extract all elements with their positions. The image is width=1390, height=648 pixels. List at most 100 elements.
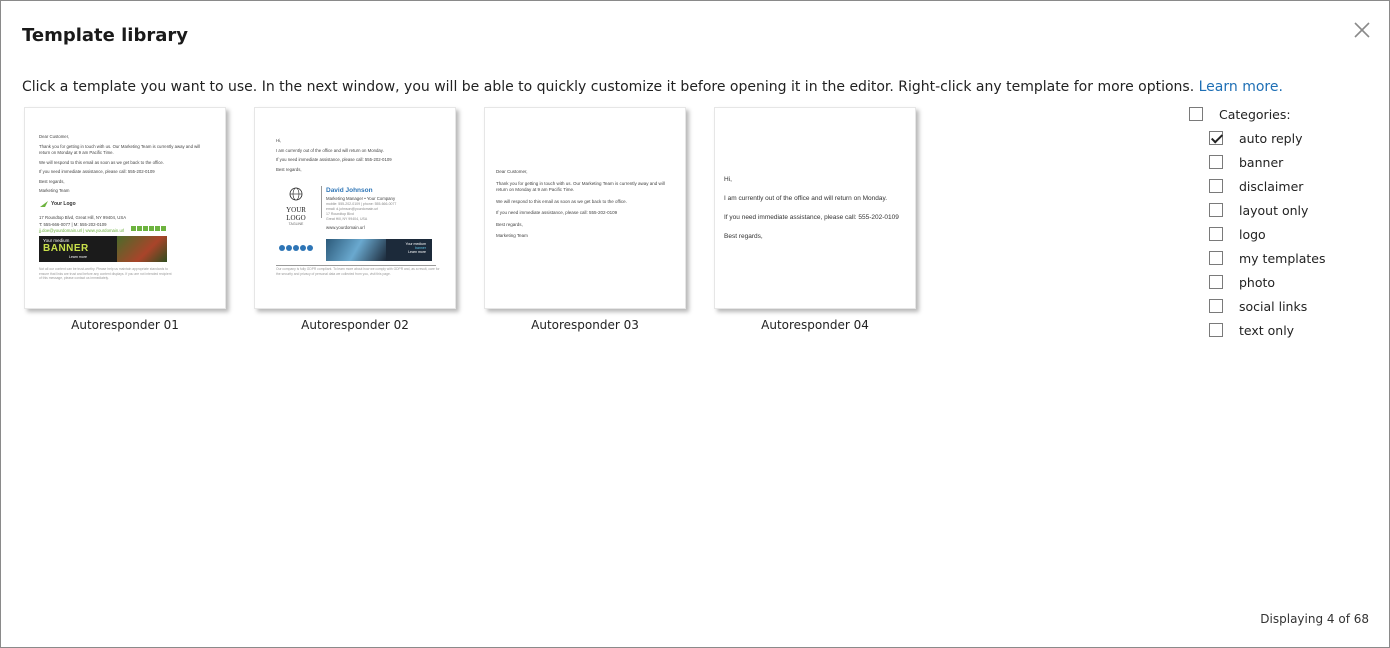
preview-disclaimer: Not all our content can be trust-worthy.… [39,267,172,280]
signature-name: David Johnson [326,187,373,194]
category-label: logo [1239,226,1266,242]
learn-more-link[interactable]: Learn more. [1199,79,1283,95]
checkbox[interactable] [1209,155,1223,169]
preview-team: Marketing Team [496,233,528,238]
banner-text-block: Your medium banner Learn more [406,242,427,254]
preview-text: Dear Customer, Thank you for getting in … [39,134,211,198]
social-icons [131,226,166,231]
category-all-checkbox[interactable]: Categories: [1189,105,1291,123]
preview-body: If you need immediate assistance, please… [496,210,618,215]
preview-body: We will respond to this email as soon as… [39,159,164,165]
social-icon [307,245,313,251]
checkbox[interactable] [1209,179,1223,193]
category-logo[interactable]: logo [1209,225,1266,243]
social-icon [293,245,299,251]
checkbox[interactable] [1209,227,1223,241]
template-thumbnail[interactable]: Hi, I am currently out of the office and… [714,107,916,309]
template-thumbnail[interactable]: Hi, I am currently out of the office and… [254,107,456,309]
template-label[interactable]: Autoresponder 03 [484,318,686,332]
preview-closing: Best regards, [39,178,65,184]
template-label[interactable]: Autoresponder 04 [714,318,916,332]
globe-logo-icon [289,187,303,201]
category-label: disclaimer [1239,178,1304,194]
preview-team: Marketing Team [39,188,70,193]
template-thumbnail[interactable]: Dear Customer, Thank you for getting in … [484,107,686,309]
preview-banner: Your medium BANNER Learn more [39,236,167,262]
template-card-autoresponder-04[interactable]: Hi, I am currently out of the office and… [714,107,916,332]
preview-banner: Your medium banner Learn more [326,239,432,261]
intro-sentence: Click a template you want to use. In the… [22,79,1195,95]
banner-photo [326,239,386,261]
banner-cta: Learn more [408,250,426,254]
preview-signature: David Johnson Marketing Manager • Your C… [326,187,445,232]
banner-cta: Learn more [69,255,87,259]
preview-body: I am currently out of the office and wil… [724,195,888,202]
preview-logo: YOUR LOGO TAGLINE [276,187,316,227]
preview-body: Thank you for getting in touch with us. … [39,143,201,156]
social-icon [149,226,154,231]
category-my-templates[interactable]: my templates [1209,249,1326,267]
category-label: social links [1239,298,1308,314]
category-disclaimer[interactable]: disclaimer [1209,177,1303,195]
checkbox[interactable] [1189,107,1203,121]
category-social-links[interactable]: social links [1209,297,1307,315]
category-label: auto reply [1239,130,1303,146]
divider [276,265,436,266]
logo-text: YOUR LOGO [286,206,306,222]
category-photo[interactable]: photo [1209,273,1275,291]
category-text-only[interactable]: text only [1209,321,1294,339]
template-thumbnail[interactable]: Dear Customer, Thank you for getting in … [24,107,226,309]
checkbox[interactable] [1209,275,1223,289]
preview-body: If you need immediate assistance, please… [724,214,899,221]
signature-contact: Great Hill, NY 99404, USA [326,217,368,221]
signature-website: www.yourdomain.url [326,225,365,230]
preview-text: Hi, I am currently out of the office and… [724,175,909,251]
checkbox[interactable] [1209,251,1223,265]
preview-closing: Best regards, [496,221,523,227]
signature-position: Marketing Manager • Your Company [326,196,396,201]
preview-body: We will respond to this email as soon as… [496,198,627,204]
template-label[interactable]: Autoresponder 02 [254,318,456,332]
close-icon [1354,22,1370,38]
template-card-autoresponder-02[interactable]: Hi, I am currently out of the office and… [254,107,456,332]
social-icons [279,245,313,251]
preview-closing: Best regards, [724,233,763,240]
social-icon [286,245,292,251]
social-icon [279,245,285,251]
intro-text: Click a template you want to use. In the… [22,79,1283,95]
social-icon [137,226,142,231]
banner-photo [117,236,167,262]
social-icon [300,245,306,251]
categories-header: Categories: [1219,106,1291,122]
preview-greeting: Hi, [724,176,732,183]
preview-body: Thank you for getting in touch with us. … [496,180,665,193]
checkmark-icon[interactable] [1209,131,1223,145]
leaf-logo-icon [40,201,48,207]
preview-greeting: Hi, [276,138,282,143]
banner-big-text: BANNER [43,243,89,254]
preview-contact: 17 Roundtop Blvd, Great Hill, NY 99404, … [39,215,211,235]
social-icon [161,226,166,231]
logo-text: Your Logo [51,201,76,207]
checkbox[interactable] [1209,323,1223,337]
preview-logo: Your Logo [39,200,76,208]
category-layout-only[interactable]: layout only [1209,201,1308,219]
social-icon [131,226,136,231]
category-label: banner [1239,154,1284,170]
template-library-dialog: Template library Click a template you wa… [0,0,1390,648]
social-icon [143,226,148,231]
template-label[interactable]: Autoresponder 01 [24,318,226,332]
preview-greeting: Dear Customer, [39,134,70,139]
dialog-title: Template library [22,25,188,46]
close-button[interactable] [1351,19,1373,41]
template-card-autoresponder-01[interactable]: Dear Customer, Thank you for getting in … [24,107,226,332]
category-auto-reply[interactable]: auto reply [1209,129,1302,147]
template-card-autoresponder-03[interactable]: Dear Customer, Thank you for getting in … [484,107,686,332]
checkbox[interactable] [1209,299,1223,313]
logo-tagline: TAGLINE [288,222,304,226]
category-label: text only [1239,322,1295,338]
preview-closing: Best regards, [276,166,302,172]
preview-body: If you need immediate assistance, please… [39,169,155,174]
category-banner[interactable]: banner [1209,153,1283,171]
checkbox[interactable] [1209,203,1223,217]
